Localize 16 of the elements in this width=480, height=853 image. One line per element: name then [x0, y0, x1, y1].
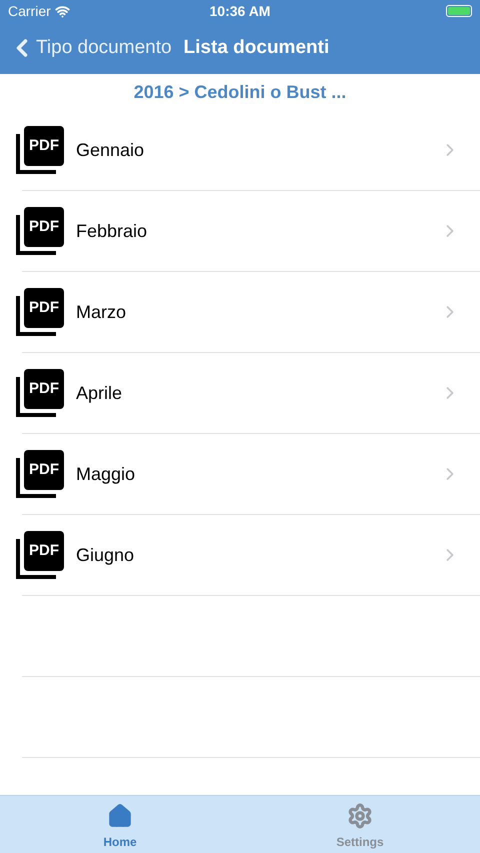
document-name: Marzo: [76, 300, 128, 324]
document-row[interactable]: PDF Febbraio: [0, 191, 480, 271]
document-name: Aprile: [76, 382, 124, 405]
breadcrumb: 2016 > Cedolini o Bust ...: [134, 80, 346, 104]
document-name: Gennaio: [76, 138, 146, 162]
nav-title: Lista documenti: [184, 36, 330, 60]
document-row[interactable]: PDF Maggio: [0, 434, 480, 514]
document-row[interactable]: PDF Giugno: [0, 515, 480, 595]
carrier-label: Carrier: [8, 2, 51, 20]
document-row[interactable]: PDF Marzo: [0, 272, 480, 352]
document-name: Maggio: [76, 462, 136, 486]
document-row[interactable]: PDF Gennaio: [0, 110, 480, 190]
document-name: Febbraio: [76, 220, 148, 242]
document-name: Giugno: [76, 544, 136, 567]
clock: 10:36 AM: [210, 2, 270, 20]
document-row[interactable]: PDF Aprile: [0, 353, 480, 433]
